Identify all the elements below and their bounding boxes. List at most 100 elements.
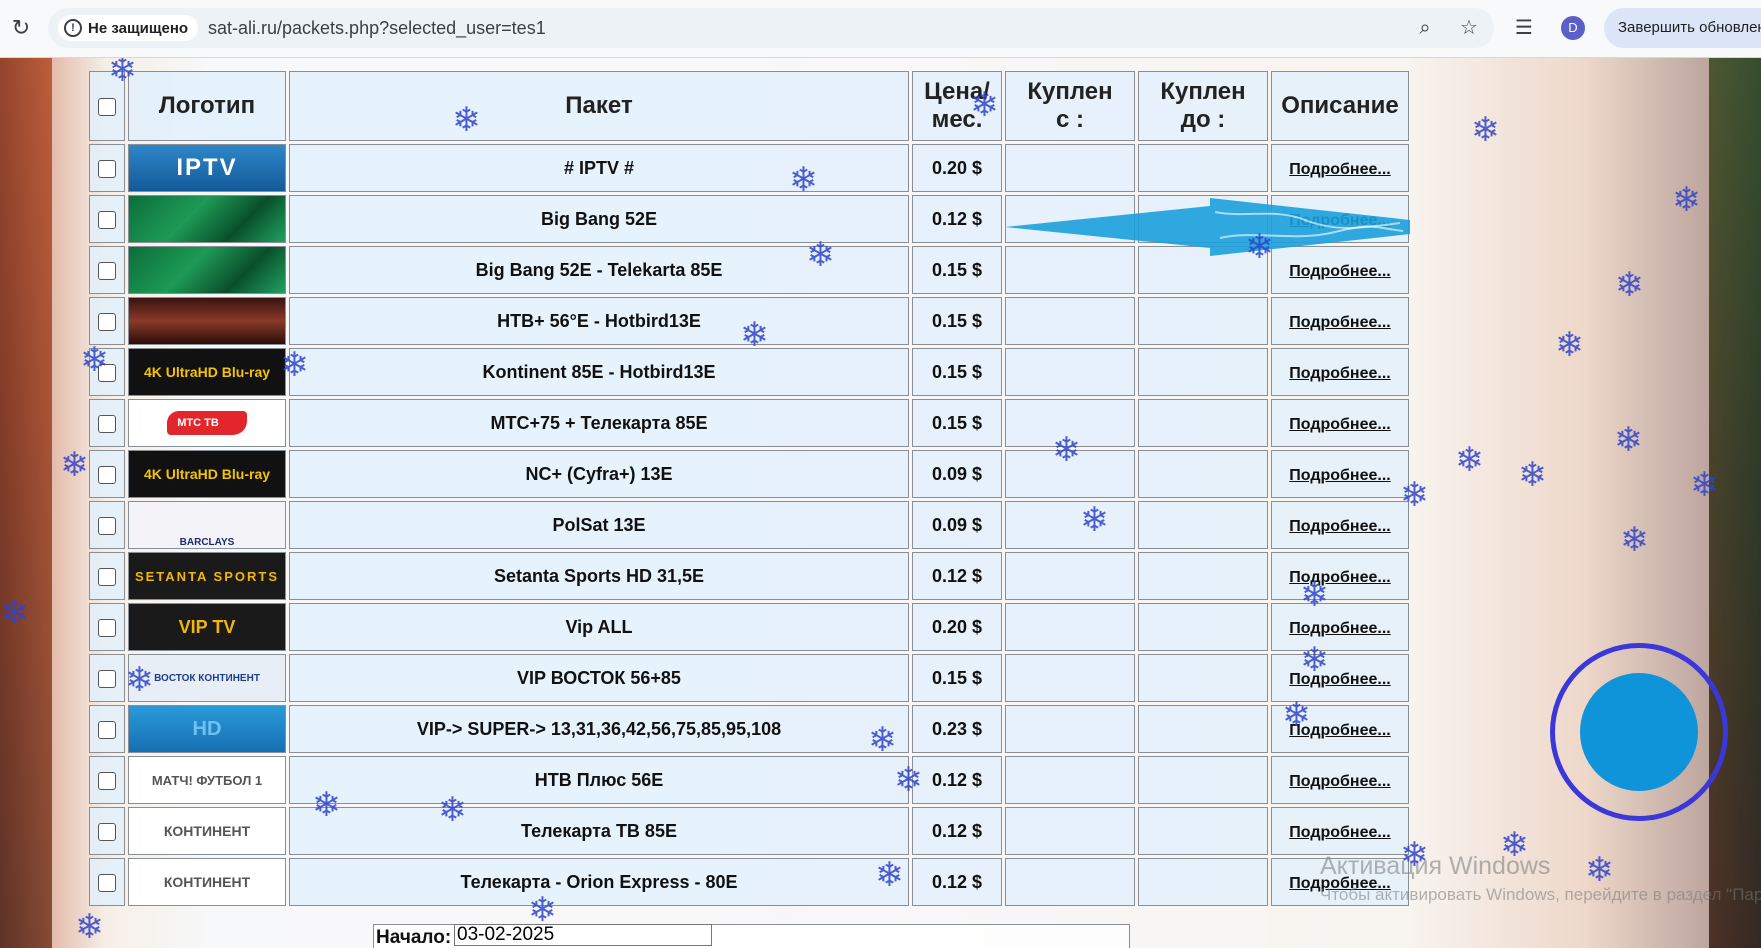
more-link[interactable]: Подробнее... bbox=[1289, 773, 1390, 790]
start-date-input[interactable]: 03-02-2025 bbox=[454, 924, 712, 946]
more-link[interactable]: Подробнее... bbox=[1289, 365, 1390, 382]
more-link[interactable]: Подробнее... bbox=[1289, 620, 1390, 637]
bought-from-cell bbox=[1005, 807, 1135, 855]
description-cell: Подробнее... bbox=[1271, 603, 1409, 651]
channel-logo: VIP TV bbox=[129, 604, 285, 650]
bought-to-cell bbox=[1138, 858, 1268, 906]
more-link[interactable]: Подробнее... bbox=[1289, 263, 1390, 280]
row-select-cell bbox=[89, 705, 125, 753]
row-checkbox[interactable] bbox=[98, 312, 116, 331]
row-select-cell bbox=[89, 501, 125, 549]
address-bar[interactable]: ! Не защищено sat-ali.ru/packets.php?sel… bbox=[48, 8, 1494, 48]
packet-name: PolSat 13E bbox=[289, 501, 909, 549]
channel-logo: IPTV bbox=[129, 145, 285, 191]
row-checkbox[interactable] bbox=[98, 465, 116, 484]
select-all-checkbox[interactable] bbox=[98, 97, 116, 116]
packet-name: Телекарта ТВ 85E bbox=[289, 807, 909, 855]
row-checkbox[interactable] bbox=[98, 669, 116, 688]
packet-price: 0.20 $ bbox=[912, 144, 1002, 192]
bought-to-cell bbox=[1138, 705, 1268, 753]
more-link[interactable]: Подробнее... bbox=[1289, 518, 1390, 535]
packet-name: Kontinent 85E - Hotbird13E bbox=[289, 348, 909, 396]
more-link[interactable]: Подробнее... bbox=[1289, 416, 1390, 433]
row-checkbox[interactable] bbox=[98, 720, 116, 739]
table-row: BARCLAYS PolSat 13E 0.09 $ Подробнее... bbox=[89, 501, 1409, 549]
packet-name: VIP-> SUPER-> 13,31,36,42,56,75,85,95,10… bbox=[289, 705, 909, 753]
snowflake-icon: ❄ bbox=[60, 446, 89, 484]
snowflake-icon: ❄ bbox=[1500, 826, 1529, 864]
finish-update-button[interactable]: Завершить обновление bbox=[1604, 8, 1761, 48]
description-cell: Подробнее... bbox=[1271, 144, 1409, 192]
logo-cell: МТС ТВ bbox=[128, 399, 286, 447]
logo-cell: КОНТИНЕНТ bbox=[128, 858, 286, 906]
row-checkbox[interactable] bbox=[98, 159, 116, 178]
more-link[interactable]: Подробнее... bbox=[1289, 314, 1390, 331]
reload-icon[interactable]: ↻ bbox=[8, 15, 34, 41]
description-cell: Подробнее... bbox=[1271, 450, 1409, 498]
bought-to-cell bbox=[1138, 654, 1268, 702]
row-checkbox[interactable] bbox=[98, 618, 116, 637]
url-text[interactable]: sat-ali.ru/packets.php?selected_user=tes… bbox=[208, 18, 546, 39]
snowflake-icon: ❄ bbox=[280, 346, 309, 384]
channel-logo: МАТЧ! ФУТБОЛ 1 bbox=[129, 757, 285, 803]
row-checkbox[interactable] bbox=[98, 516, 116, 535]
snowflake-icon: ❄ bbox=[1690, 466, 1719, 504]
snowflake-icon: ❄ bbox=[1620, 521, 1649, 559]
snowflake-icon: ❄ bbox=[108, 58, 137, 89]
security-chip[interactable]: ! Не защищено bbox=[58, 15, 199, 41]
channel-logo: МТС ТВ bbox=[129, 400, 285, 446]
snowflake-icon: ❄ bbox=[806, 236, 835, 274]
row-select-cell bbox=[89, 144, 125, 192]
profile-avatar[interactable]: D bbox=[1561, 16, 1585, 40]
snowflake-icon: ❄ bbox=[970, 86, 999, 124]
more-link[interactable]: Подробнее... bbox=[1289, 161, 1390, 178]
channel-logo bbox=[129, 247, 285, 293]
header-packet: Пакет bbox=[289, 71, 909, 141]
channel-logo bbox=[129, 196, 285, 242]
row-checkbox[interactable] bbox=[98, 873, 116, 892]
row-checkbox[interactable] bbox=[98, 771, 116, 790]
packet-price: 0.15 $ bbox=[912, 297, 1002, 345]
header-description: Описание bbox=[1271, 71, 1409, 141]
more-link[interactable]: Подробнее... bbox=[1289, 824, 1390, 841]
snowflake-icon: ❄ bbox=[1614, 421, 1643, 459]
description-cell: Подробнее... bbox=[1271, 348, 1409, 396]
media-control-icon[interactable]: ☰ bbox=[1515, 15, 1533, 40]
row-checkbox[interactable] bbox=[98, 261, 116, 280]
snowflake-icon: ❄ bbox=[1400, 476, 1429, 514]
row-checkbox[interactable] bbox=[98, 414, 116, 433]
description-cell: Подробнее... bbox=[1271, 552, 1409, 600]
table-row: VIP TV Vip ALL 0.20 $ Подробнее... bbox=[89, 603, 1409, 651]
packet-price: 0.12 $ bbox=[912, 552, 1002, 600]
bought-to-cell bbox=[1138, 552, 1268, 600]
start-label: Начало: bbox=[376, 927, 452, 948]
bought-to-cell bbox=[1138, 399, 1268, 447]
bought-from-cell bbox=[1005, 501, 1135, 549]
bought-to-cell bbox=[1138, 297, 1268, 345]
bought-from-cell bbox=[1005, 705, 1135, 753]
header-bought-to: Куплен до : bbox=[1138, 71, 1268, 141]
floating-action-circle[interactable] bbox=[1550, 643, 1728, 821]
packet-name: Vip ALL bbox=[289, 603, 909, 651]
row-checkbox[interactable] bbox=[98, 210, 116, 229]
floating-action-dot[interactable] bbox=[1580, 673, 1698, 791]
table-row: КОНТИНЕНТ Телекарта ТВ 85E 0.12 $ Подроб… bbox=[89, 807, 1409, 855]
logo-cell bbox=[128, 195, 286, 243]
row-select-cell bbox=[89, 246, 125, 294]
header-bought-to-label: Куплен до : bbox=[1160, 78, 1246, 133]
snowflake-icon: ❄ bbox=[125, 661, 154, 699]
bookmark-star-icon[interactable]: ☆ bbox=[1457, 16, 1481, 40]
row-checkbox[interactable] bbox=[98, 822, 116, 841]
channel-logo: HD bbox=[129, 706, 285, 752]
zoom-icon[interactable]: ⌕ bbox=[1413, 16, 1437, 40]
description-cell: Подробнее... bbox=[1271, 654, 1409, 702]
snowflake-icon: ❄ bbox=[1672, 181, 1701, 219]
snowflake-icon: ❄ bbox=[75, 908, 104, 946]
more-link[interactable]: Подробнее... bbox=[1289, 467, 1390, 484]
snowflake-icon: ❄ bbox=[0, 594, 29, 632]
row-checkbox[interactable] bbox=[98, 567, 116, 586]
bought-from-cell bbox=[1005, 858, 1135, 906]
snowflake-icon: ❄ bbox=[80, 341, 109, 379]
row-select-cell bbox=[89, 858, 125, 906]
snowflake-icon: ❄ bbox=[789, 161, 818, 199]
